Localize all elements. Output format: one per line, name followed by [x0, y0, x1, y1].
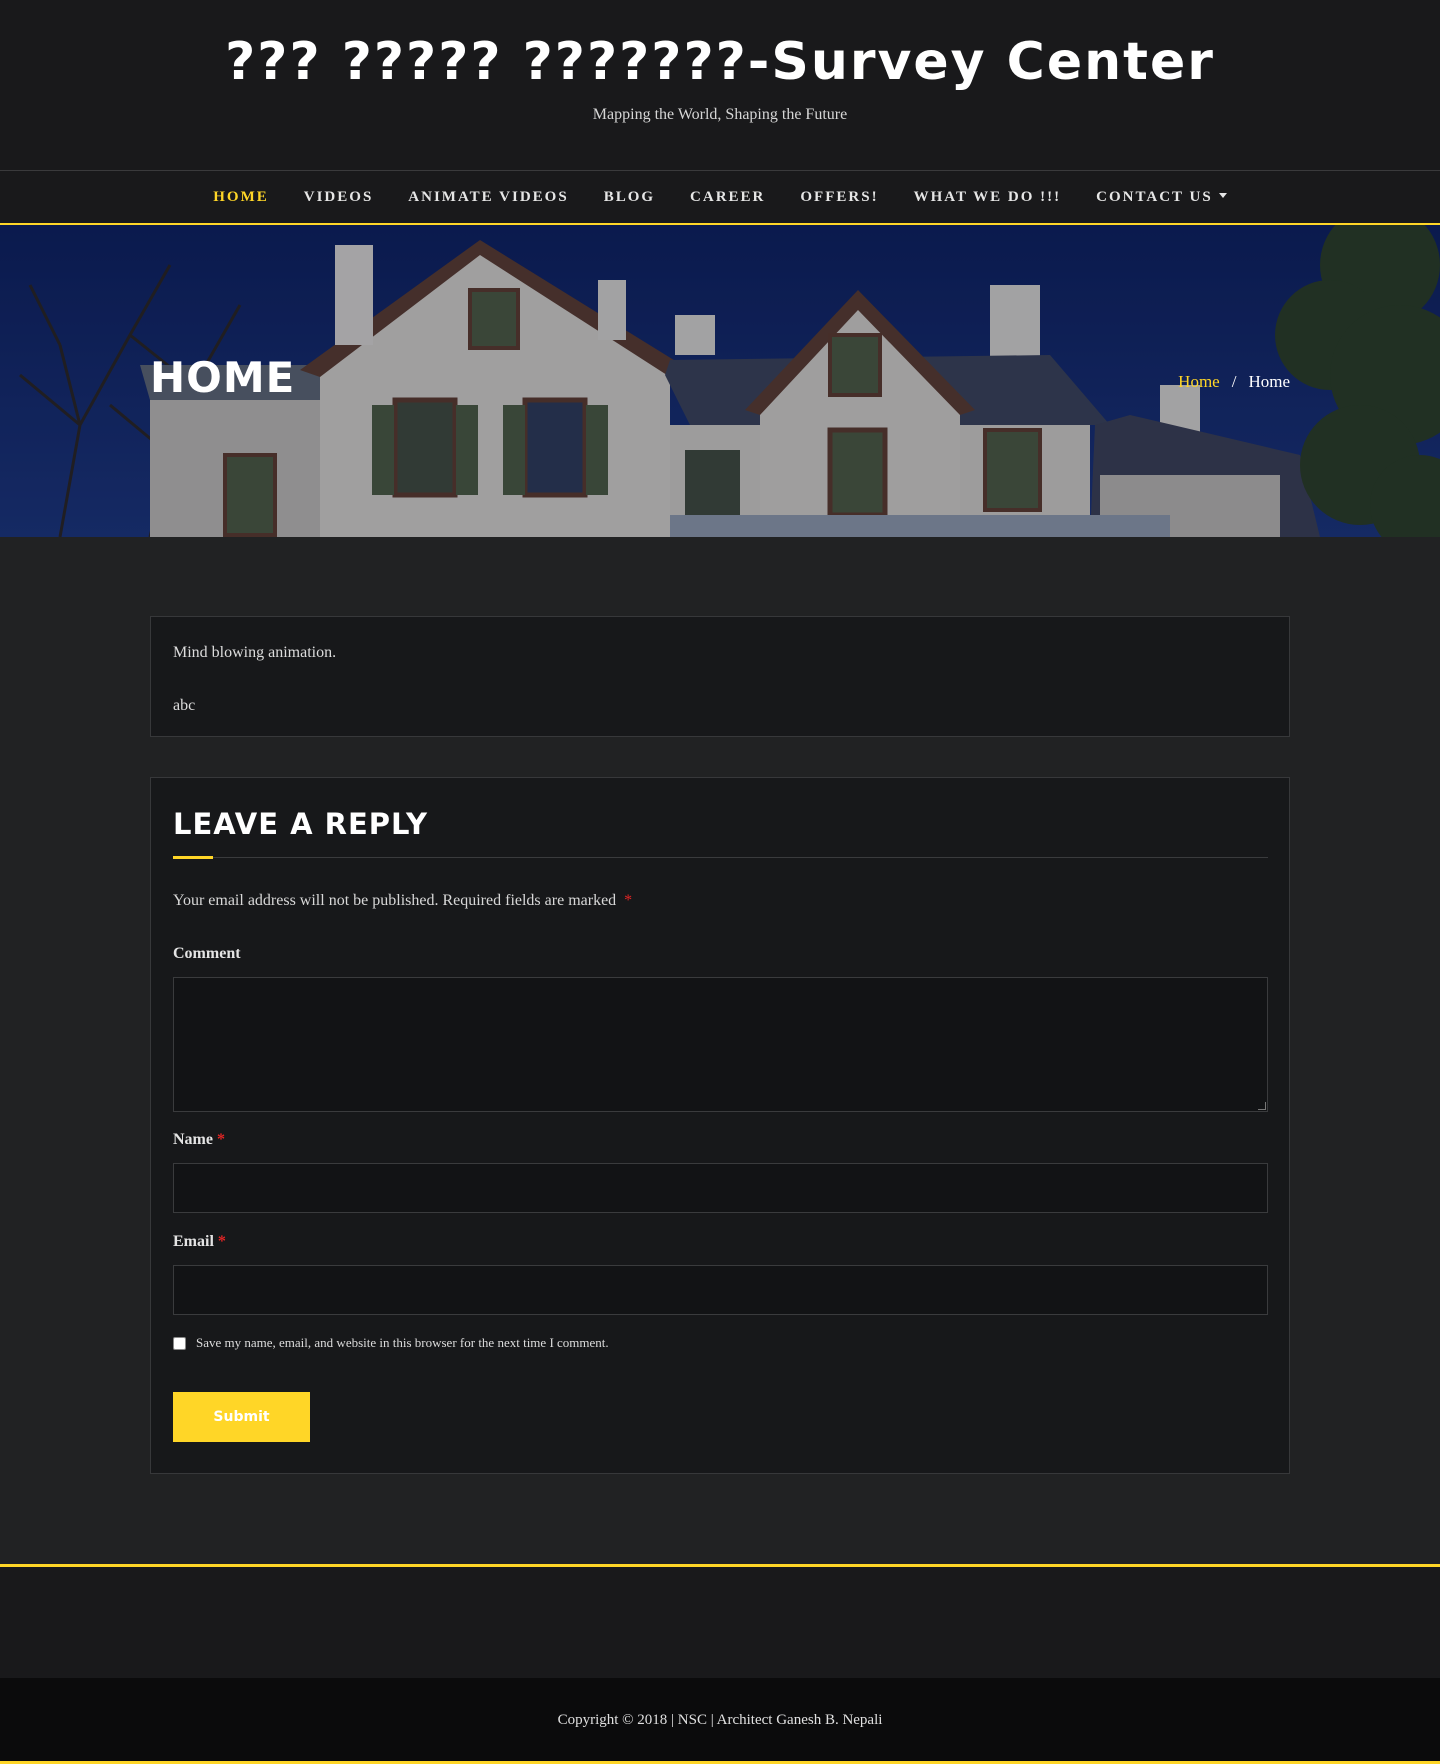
breadcrumb-home-link[interactable]: Home: [1178, 371, 1220, 393]
breadcrumb-current: Home: [1248, 372, 1290, 391]
nav-item-what-we-do[interactable]: WHAT WE DO !!!: [896, 171, 1079, 223]
cookies-consent: Save my name, email, and website in this…: [173, 1335, 609, 1351]
site-tagline: Mapping the World, Shaping the Future: [592, 106, 848, 123]
main-navigation: HOME VIDEOS ANIMATE VIDEOS BLOG CAREER O…: [0, 170, 1440, 225]
nav-item-animate-videos[interactable]: ANIMATE VIDEOS: [391, 171, 586, 223]
comment-form: LEAVE A REPLY Your email address will no…: [150, 777, 1290, 1474]
heading-divider: [173, 857, 1268, 858]
nav-item-blog[interactable]: BLOG: [586, 171, 672, 223]
nav-item-contact-us[interactable]: CONTACT US: [1079, 171, 1245, 223]
email-label-text: Email: [173, 1233, 214, 1250]
name-label: Name *: [173, 1129, 225, 1151]
cookies-consent-label[interactable]: Save my name, email, and website in this…: [196, 1335, 609, 1351]
email-label: Email *: [173, 1231, 226, 1253]
nav-item-contact-us-label: CONTACT US: [1096, 189, 1213, 205]
caret-down-icon: [1218, 193, 1227, 199]
footer-widgets-area: [0, 1564, 1440, 1678]
required-mark: *: [624, 892, 633, 909]
nav-item-offers[interactable]: OFFERS!: [783, 171, 896, 223]
comment-textarea[interactable]: [173, 977, 1268, 1112]
name-label-text: Name: [173, 1131, 213, 1148]
name-input[interactable]: [173, 1163, 1268, 1213]
cookies-consent-checkbox[interactable]: [173, 1336, 186, 1350]
email-input[interactable]: [173, 1265, 1268, 1315]
site-header: ??? ????? ???????-Survey Center Mapping …: [0, 0, 1440, 170]
page-title: HOME: [150, 353, 296, 402]
resize-grip-icon[interactable]: [1258, 1102, 1266, 1110]
post-text-line: abc: [173, 697, 196, 714]
breadcrumb: Home / Home: [1178, 371, 1290, 393]
comment-notes: Your email address will not be published…: [173, 890, 632, 912]
footer-bottom-bar: Copyright © 2018 | NSC | Architect Ganes…: [0, 1678, 1440, 1764]
nav-item-home[interactable]: HOME: [196, 171, 287, 223]
comment-label: Comment: [173, 945, 241, 962]
post-content: Mind blowing animation. abc: [150, 616, 1290, 737]
copyright-text: Copyright © 2018 | NSC | Architect Ganes…: [557, 1712, 883, 1728]
nav-item-career[interactable]: CAREER: [673, 171, 783, 223]
page-banner: HOME Home / Home: [0, 225, 1440, 537]
heading-accent-bar: [173, 856, 213, 859]
comment-notes-text: Your email address will not be published…: [173, 892, 617, 909]
required-mark: *: [216, 1131, 225, 1148]
nav-list: HOME VIDEOS ANIMATE VIDEOS BLOG CAREER O…: [0, 171, 1440, 223]
nav-item-videos[interactable]: VIDEOS: [286, 171, 391, 223]
required-mark: *: [217, 1233, 226, 1250]
submit-button[interactable]: Submit: [173, 1392, 310, 1442]
breadcrumb-separator: /: [1231, 372, 1237, 391]
reply-heading: LEAVE A REPLY: [173, 807, 429, 841]
site-title[interactable]: ??? ????? ???????-Survey Center: [0, 22, 1440, 102]
post-text-line: Mind blowing animation.: [173, 644, 337, 661]
